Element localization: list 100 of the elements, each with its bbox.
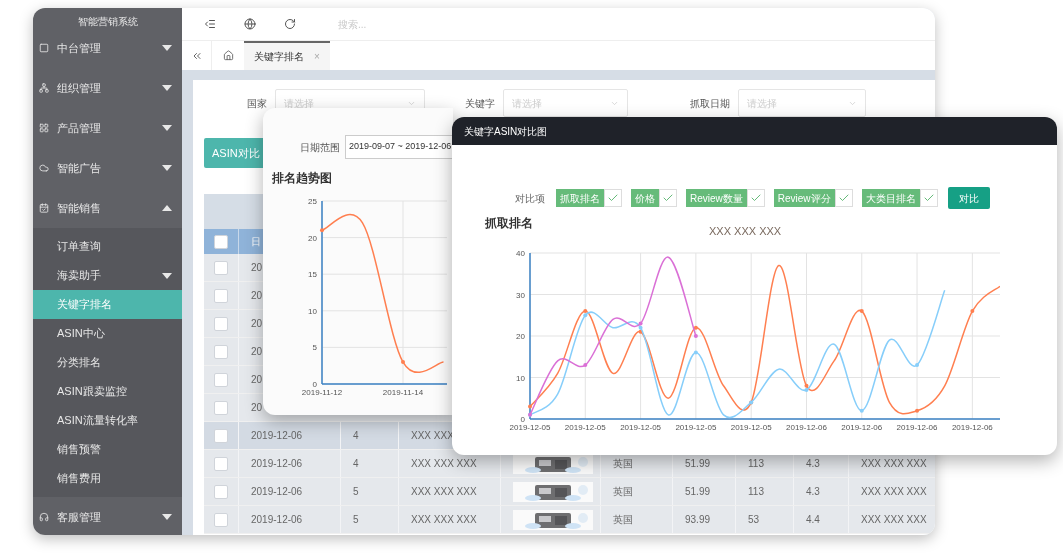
axis-label: 30 [516, 290, 525, 300]
grid-icon [39, 123, 49, 133]
sidebar-item[interactable]: 产品管理 [33, 108, 182, 148]
table-row[interactable]: 2019-12-06 5 XXX XXX XXX 英国 93.99 53 4.4 XXX XXX XXX [204, 506, 935, 534]
compare-button[interactable]: 对比 [947, 187, 990, 209]
submenu-item[interactable]: ASIN流量转化率 [33, 406, 182, 435]
filter-label: 国家 [246, 96, 268, 111]
check-icon [922, 192, 935, 204]
network-icon [39, 83, 49, 93]
table-cell-text: 113 [748, 485, 764, 499]
checkbox[interactable] [214, 484, 228, 499]
table-cell-text: 英国 [613, 513, 633, 527]
submenu-item[interactable]: 订单查询 [33, 232, 182, 261]
table-cell-text: 20 [251, 289, 263, 303]
axis-label: 2019-11-14 [382, 388, 424, 397]
sidebar-item[interactable]: 智能广告 [33, 148, 182, 188]
submenu-item[interactable]: 海卖助手 [33, 261, 182, 290]
table-cell-text: 20 [251, 373, 263, 387]
table-cell-text: 113 [748, 457, 764, 471]
refresh-icon[interactable] [284, 18, 296, 30]
axis-label: 0 [312, 380, 317, 389]
axis-label: 0 [520, 415, 525, 424]
data-point [320, 228, 324, 233]
sidebar-item[interactable]: 中台管理 [33, 28, 182, 68]
checkbox[interactable] [659, 189, 677, 207]
check-icon [749, 192, 762, 204]
submenu-item[interactable]: 销售费用 [33, 464, 182, 493]
tab[interactable]: 关键字排名 × [244, 41, 330, 70]
square-icon [39, 43, 49, 53]
table-row[interactable]: 2019-12-06 5 XXX XXX XXX 英国 51.99 113 4.3 XXX XXX XXX [204, 478, 935, 506]
data-point [401, 360, 405, 365]
table-cell-text: XXX XXX XXX [411, 485, 477, 499]
sidebar-item[interactable]: 智能销售 [33, 188, 182, 228]
checkbox[interactable] [214, 288, 228, 303]
chart-title: XXX XXX XXX [709, 224, 782, 239]
data-point [859, 309, 864, 314]
axis-label: 10 [516, 373, 525, 383]
table-cell-text: 51.99 [685, 457, 711, 471]
table-cell-text: 93.99 [685, 513, 711, 527]
checkbox[interactable] [214, 316, 228, 331]
checkbox[interactable] [604, 189, 622, 207]
home-icon[interactable] [222, 50, 234, 61]
filter-label: 关键字 [464, 96, 496, 111]
data-point [915, 408, 920, 413]
submenu-item[interactable]: ASIN中心 [33, 319, 182, 348]
table-cell-text: 2019-12-06 [251, 457, 303, 471]
table-cell-text: 53 [748, 513, 760, 527]
date-range-label: 日期范围 [299, 140, 341, 155]
table-cell-text: 2019-12-06 [251, 429, 303, 443]
checkbox[interactable] [214, 344, 228, 359]
table-cell-text: 5 [353, 485, 359, 499]
table-cell-text: 20 [251, 317, 263, 331]
data-point [970, 309, 975, 314]
table-cell-text: 英国 [613, 457, 633, 471]
cloud-icon [39, 163, 49, 173]
axis-label: 25 [308, 197, 317, 206]
table-cell-text: 2019-12-06 [251, 513, 303, 527]
checkbox[interactable] [214, 260, 228, 275]
axis-label: 15 [308, 270, 317, 280]
calendar-icon [39, 203, 49, 213]
axis-label: 2019-11-12 [301, 388, 343, 397]
table-cell-text: 4.4 [806, 513, 820, 527]
table-cell-text: XXX XXX XXX [861, 457, 927, 471]
chart-title: 排名趋势图 [271, 170, 333, 187]
axis-label: 2019-12-05 [620, 423, 662, 432]
table-cell-text: 51.99 [685, 485, 711, 499]
axis-label: 2019-12-05 [509, 423, 551, 432]
table-cell-text: 20 [251, 261, 263, 275]
axis-label: 20 [516, 332, 525, 341]
table-cell-text: 4 [353, 429, 359, 443]
data-point [693, 350, 698, 355]
table-cell-text: 20 [251, 345, 263, 359]
date-range-field[interactable]: 2019-09-07 ~ 2019-12-06 [345, 135, 453, 159]
table-cell-text: 2019-12-06 [251, 485, 303, 499]
checkbox[interactable] [214, 234, 228, 249]
section-title: 抓取排名 [484, 215, 533, 232]
axis-label: 2019-12-05 [675, 423, 717, 432]
checkbox[interactable] [214, 512, 228, 527]
data-point [859, 408, 864, 413]
axis-label: 2019-12-06 [841, 423, 883, 432]
data-point [693, 334, 698, 338]
checkbox[interactable] [214, 456, 228, 471]
checkbox[interactable] [214, 400, 228, 415]
submenu-item[interactable]: ASIN跟卖监控 [33, 377, 182, 406]
table-cell-text: 4 [353, 457, 359, 471]
check-icon [837, 192, 850, 204]
dialog-title: 关键字ASIN对比图 [464, 124, 548, 139]
check-icon [607, 192, 619, 204]
menu-icon[interactable] [204, 18, 216, 30]
checkbox[interactable] [214, 372, 228, 387]
checkbox[interactable] [214, 428, 228, 443]
axis-label: 2019-12-05 [730, 423, 772, 432]
submenu-item[interactable]: 销售预警 [33, 435, 182, 464]
sidebar-item[interactable]: 客服管理 [33, 497, 182, 535]
table-cell-text: XXX XXX XXX [411, 457, 477, 471]
submenu-item[interactable]: 分类排名 [33, 348, 182, 377]
table-cell-text: 4.3 [806, 457, 820, 471]
sidebar-item[interactable]: 组织管理 [33, 68, 182, 108]
table-cell-text: 20 [251, 401, 263, 415]
globe-icon[interactable] [244, 18, 256, 30]
